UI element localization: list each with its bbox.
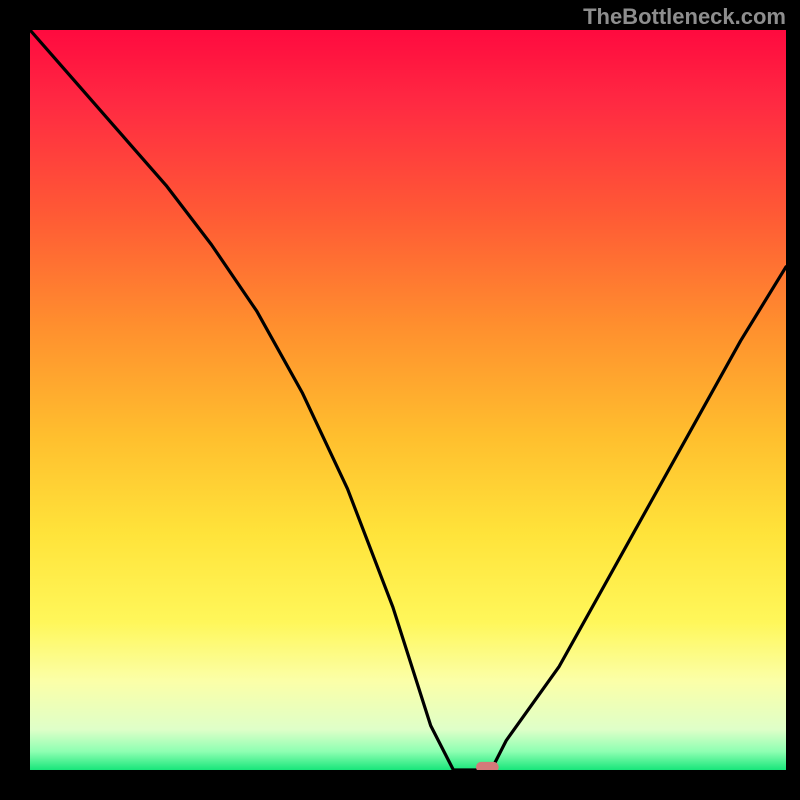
optimal-marker [476,762,499,772]
watermark-text: TheBottleneck.com [583,4,786,30]
chart-frame: TheBottleneck.com [0,0,800,800]
bottleneck-chart [0,0,800,800]
